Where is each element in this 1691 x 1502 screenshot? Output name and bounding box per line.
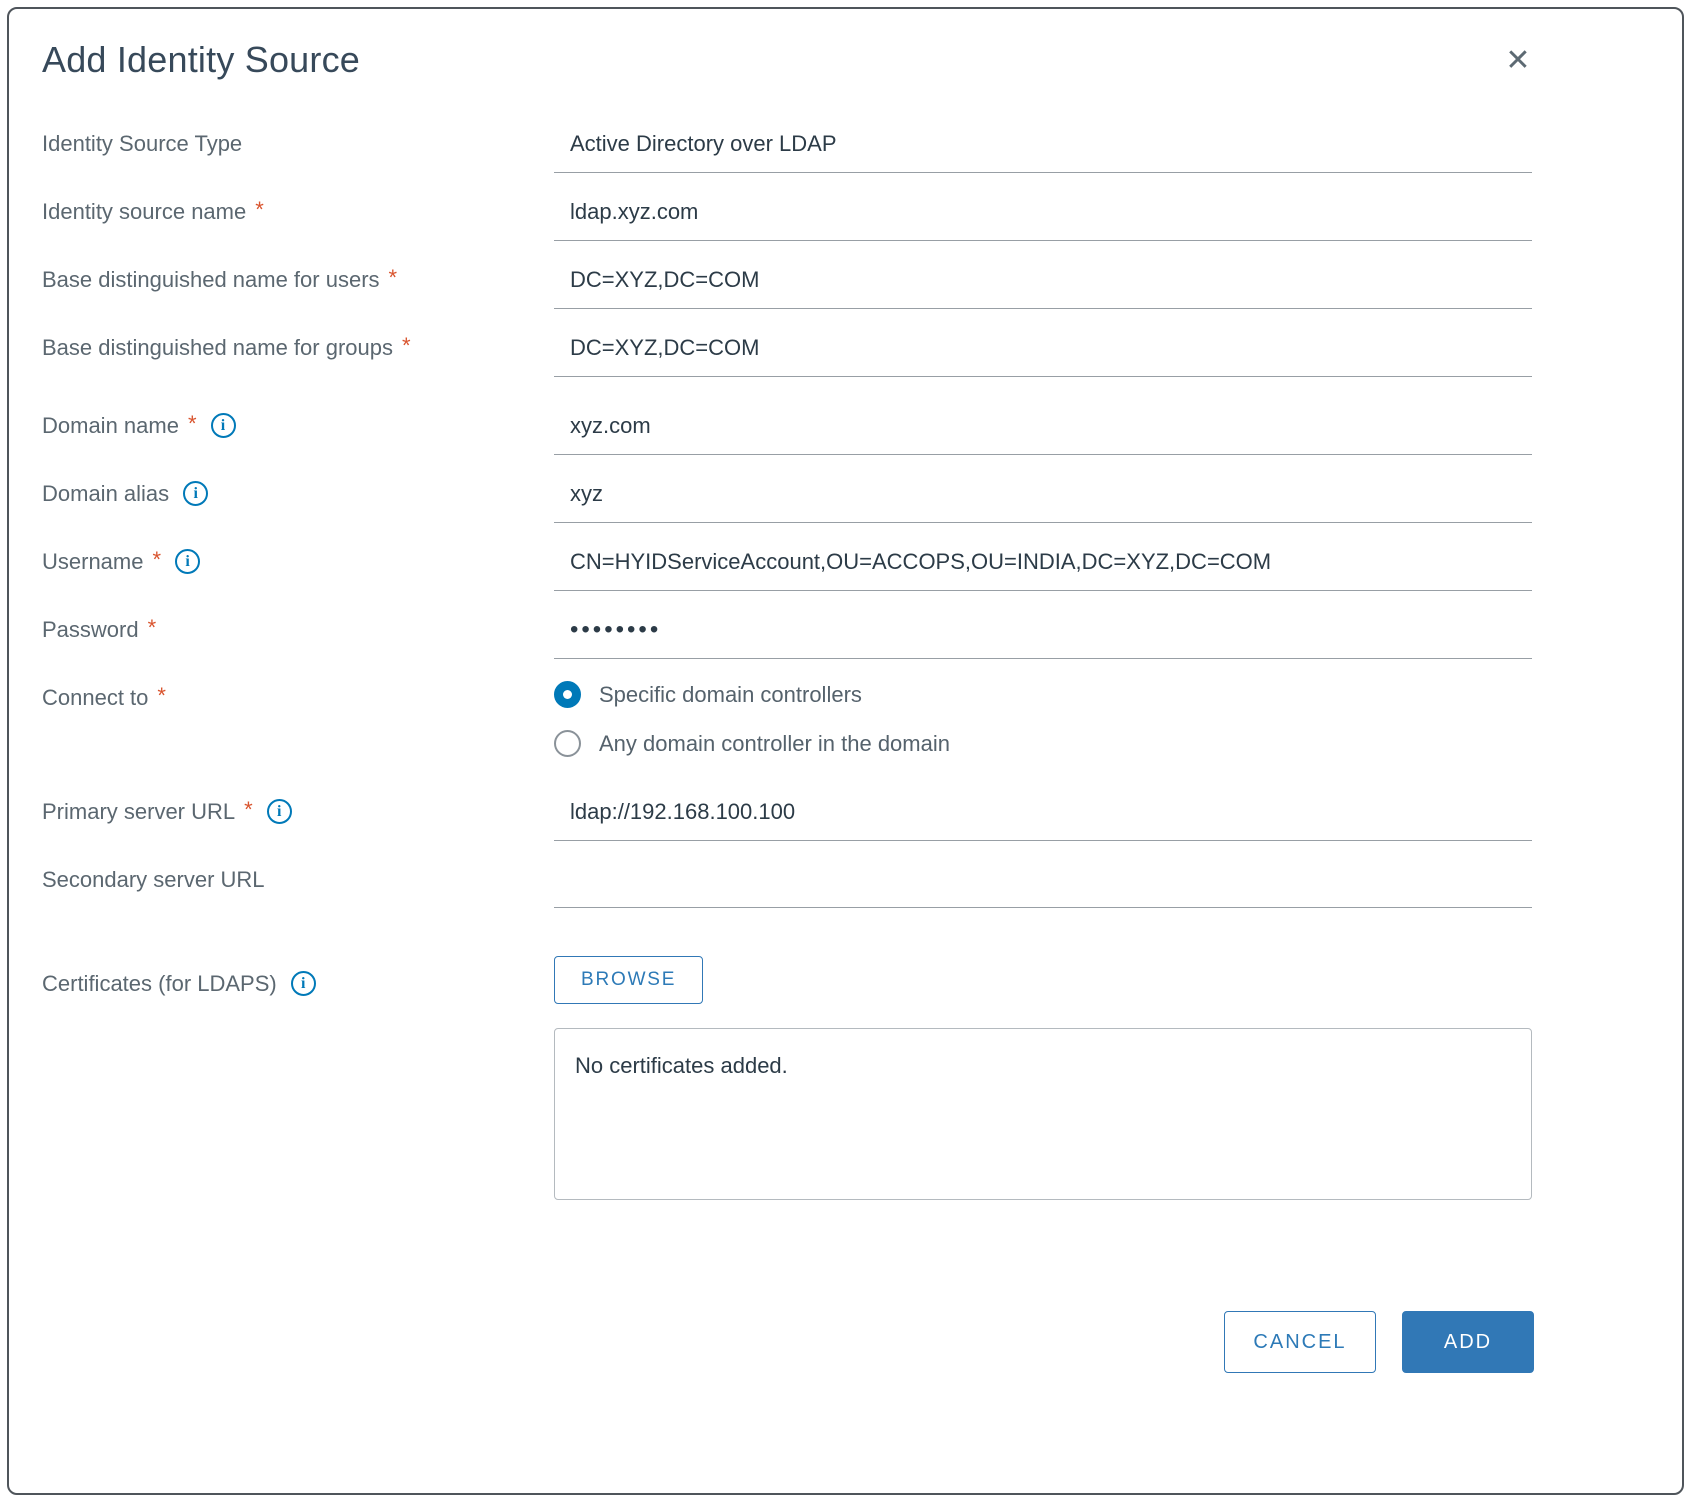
radio-specific-domain-controllers[interactable]: Specific domain controllers [554, 681, 1532, 708]
field-row-domain-alias: Domain alias i xyz [42, 473, 1532, 523]
field-row-base-dn-groups: Base distinguished name for groups * DC=… [42, 327, 1532, 377]
info-icon[interactable]: i [175, 549, 201, 574]
certificates-label: Certificates (for LDAPS) i [42, 963, 554, 997]
radio-unselected-icon [554, 730, 581, 757]
connect-to-label: Connect to * [42, 683, 166, 710]
field-row-identity-source-type: Identity Source Type Active Directory ov… [42, 123, 1532, 173]
add-identity-source-dialog: Add Identity Source ✕ Identity Source Ty… [7, 7, 1684, 1495]
field-row-domain-name: Domain name * i xyz.com [42, 405, 1532, 455]
field-row-password: Password * •••••••• [42, 609, 1532, 659]
connect-to-radio-group: Specific domain controllers Any domain c… [554, 677, 1532, 757]
required-asterisk: * [244, 797, 253, 822]
field-row-primary-server-url: Primary server URL * i ldap://192.168.10… [42, 791, 1532, 841]
browse-button[interactable]: BROWSE [554, 956, 704, 1004]
identity-source-form: Identity Source Type Active Directory ov… [9, 81, 1682, 1200]
certificates-list-row: No certificates added. [42, 1028, 1532, 1200]
field-row-secondary-server-url: Secondary server URL [42, 859, 1532, 908]
info-icon[interactable]: i [290, 971, 316, 996]
base-dn-users-input[interactable]: DC=XYZ,DC=COM [554, 259, 1532, 309]
password-label: Password * [42, 615, 157, 642]
field-row-base-dn-users: Base distinguished name for users * DC=X… [42, 259, 1532, 309]
required-asterisk: * [255, 197, 264, 222]
field-row-username: Username * i CN=HYIDServiceAccount,OU=AC… [42, 541, 1532, 591]
add-button[interactable]: ADD [1402, 1311, 1534, 1373]
required-asterisk: * [388, 265, 398, 290]
primary-server-url-label: Primary server URL * i [42, 791, 554, 825]
username-label: Username * i [42, 541, 554, 575]
secondary-server-url-input[interactable] [554, 859, 1532, 908]
required-asterisk: * [147, 615, 157, 640]
domain-name-input[interactable]: xyz.com [554, 405, 1532, 455]
domain-name-label: Domain name * i [42, 405, 554, 439]
info-icon[interactable]: i [266, 799, 292, 824]
info-icon[interactable]: i [210, 413, 236, 438]
field-row-certificates: Certificates (for LDAPS) i BROWSE [42, 956, 1532, 1004]
primary-server-url-input[interactable]: ldap://192.168.100.100 [554, 791, 1532, 841]
info-icon[interactable]: i [183, 481, 209, 506]
required-asterisk: * [187, 411, 197, 436]
required-asterisk: * [402, 333, 411, 358]
password-masked-value: •••••••• [570, 616, 662, 643]
field-row-connect-to: Connect to * Specific domain controllers… [42, 677, 1532, 757]
required-asterisk: * [152, 547, 162, 572]
field-row-identity-source-name: Identity source name * ldap.xyz.com [42, 191, 1532, 241]
base-dn-users-label: Base distinguished name for users * [42, 265, 398, 292]
domain-alias-label: Domain alias i [42, 473, 554, 507]
cancel-button[interactable]: CANCEL [1224, 1311, 1376, 1373]
required-asterisk: * [157, 683, 166, 708]
secondary-server-url-label: Secondary server URL [42, 867, 265, 892]
base-dn-groups-input[interactable]: DC=XYZ,DC=COM [554, 327, 1532, 377]
identity-source-type-input[interactable]: Active Directory over LDAP [554, 123, 1532, 173]
username-input[interactable]: CN=HYIDServiceAccount,OU=ACCOPS,OU=INDIA… [554, 541, 1532, 591]
radio-selected-icon [554, 681, 581, 708]
radio-any-domain-controller[interactable]: Any domain controller in the domain [554, 730, 1532, 757]
domain-alias-input[interactable]: xyz [554, 473, 1532, 523]
identity-source-name-label: Identity source name * [42, 197, 264, 224]
dialog-header: Add Identity Source ✕ [9, 9, 1682, 81]
password-input[interactable]: •••••••• [554, 609, 1532, 659]
dialog-footer: CANCEL ADD [1224, 1311, 1534, 1373]
close-icon[interactable]: ✕ [1500, 43, 1536, 79]
base-dn-groups-label: Base distinguished name for groups * [42, 333, 411, 360]
identity-source-type-label: Identity Source Type [42, 131, 243, 156]
certificates-list-box: No certificates added. [554, 1028, 1532, 1200]
dialog-title: Add Identity Source [42, 39, 360, 80]
identity-source-name-input[interactable]: ldap.xyz.com [554, 191, 1532, 241]
